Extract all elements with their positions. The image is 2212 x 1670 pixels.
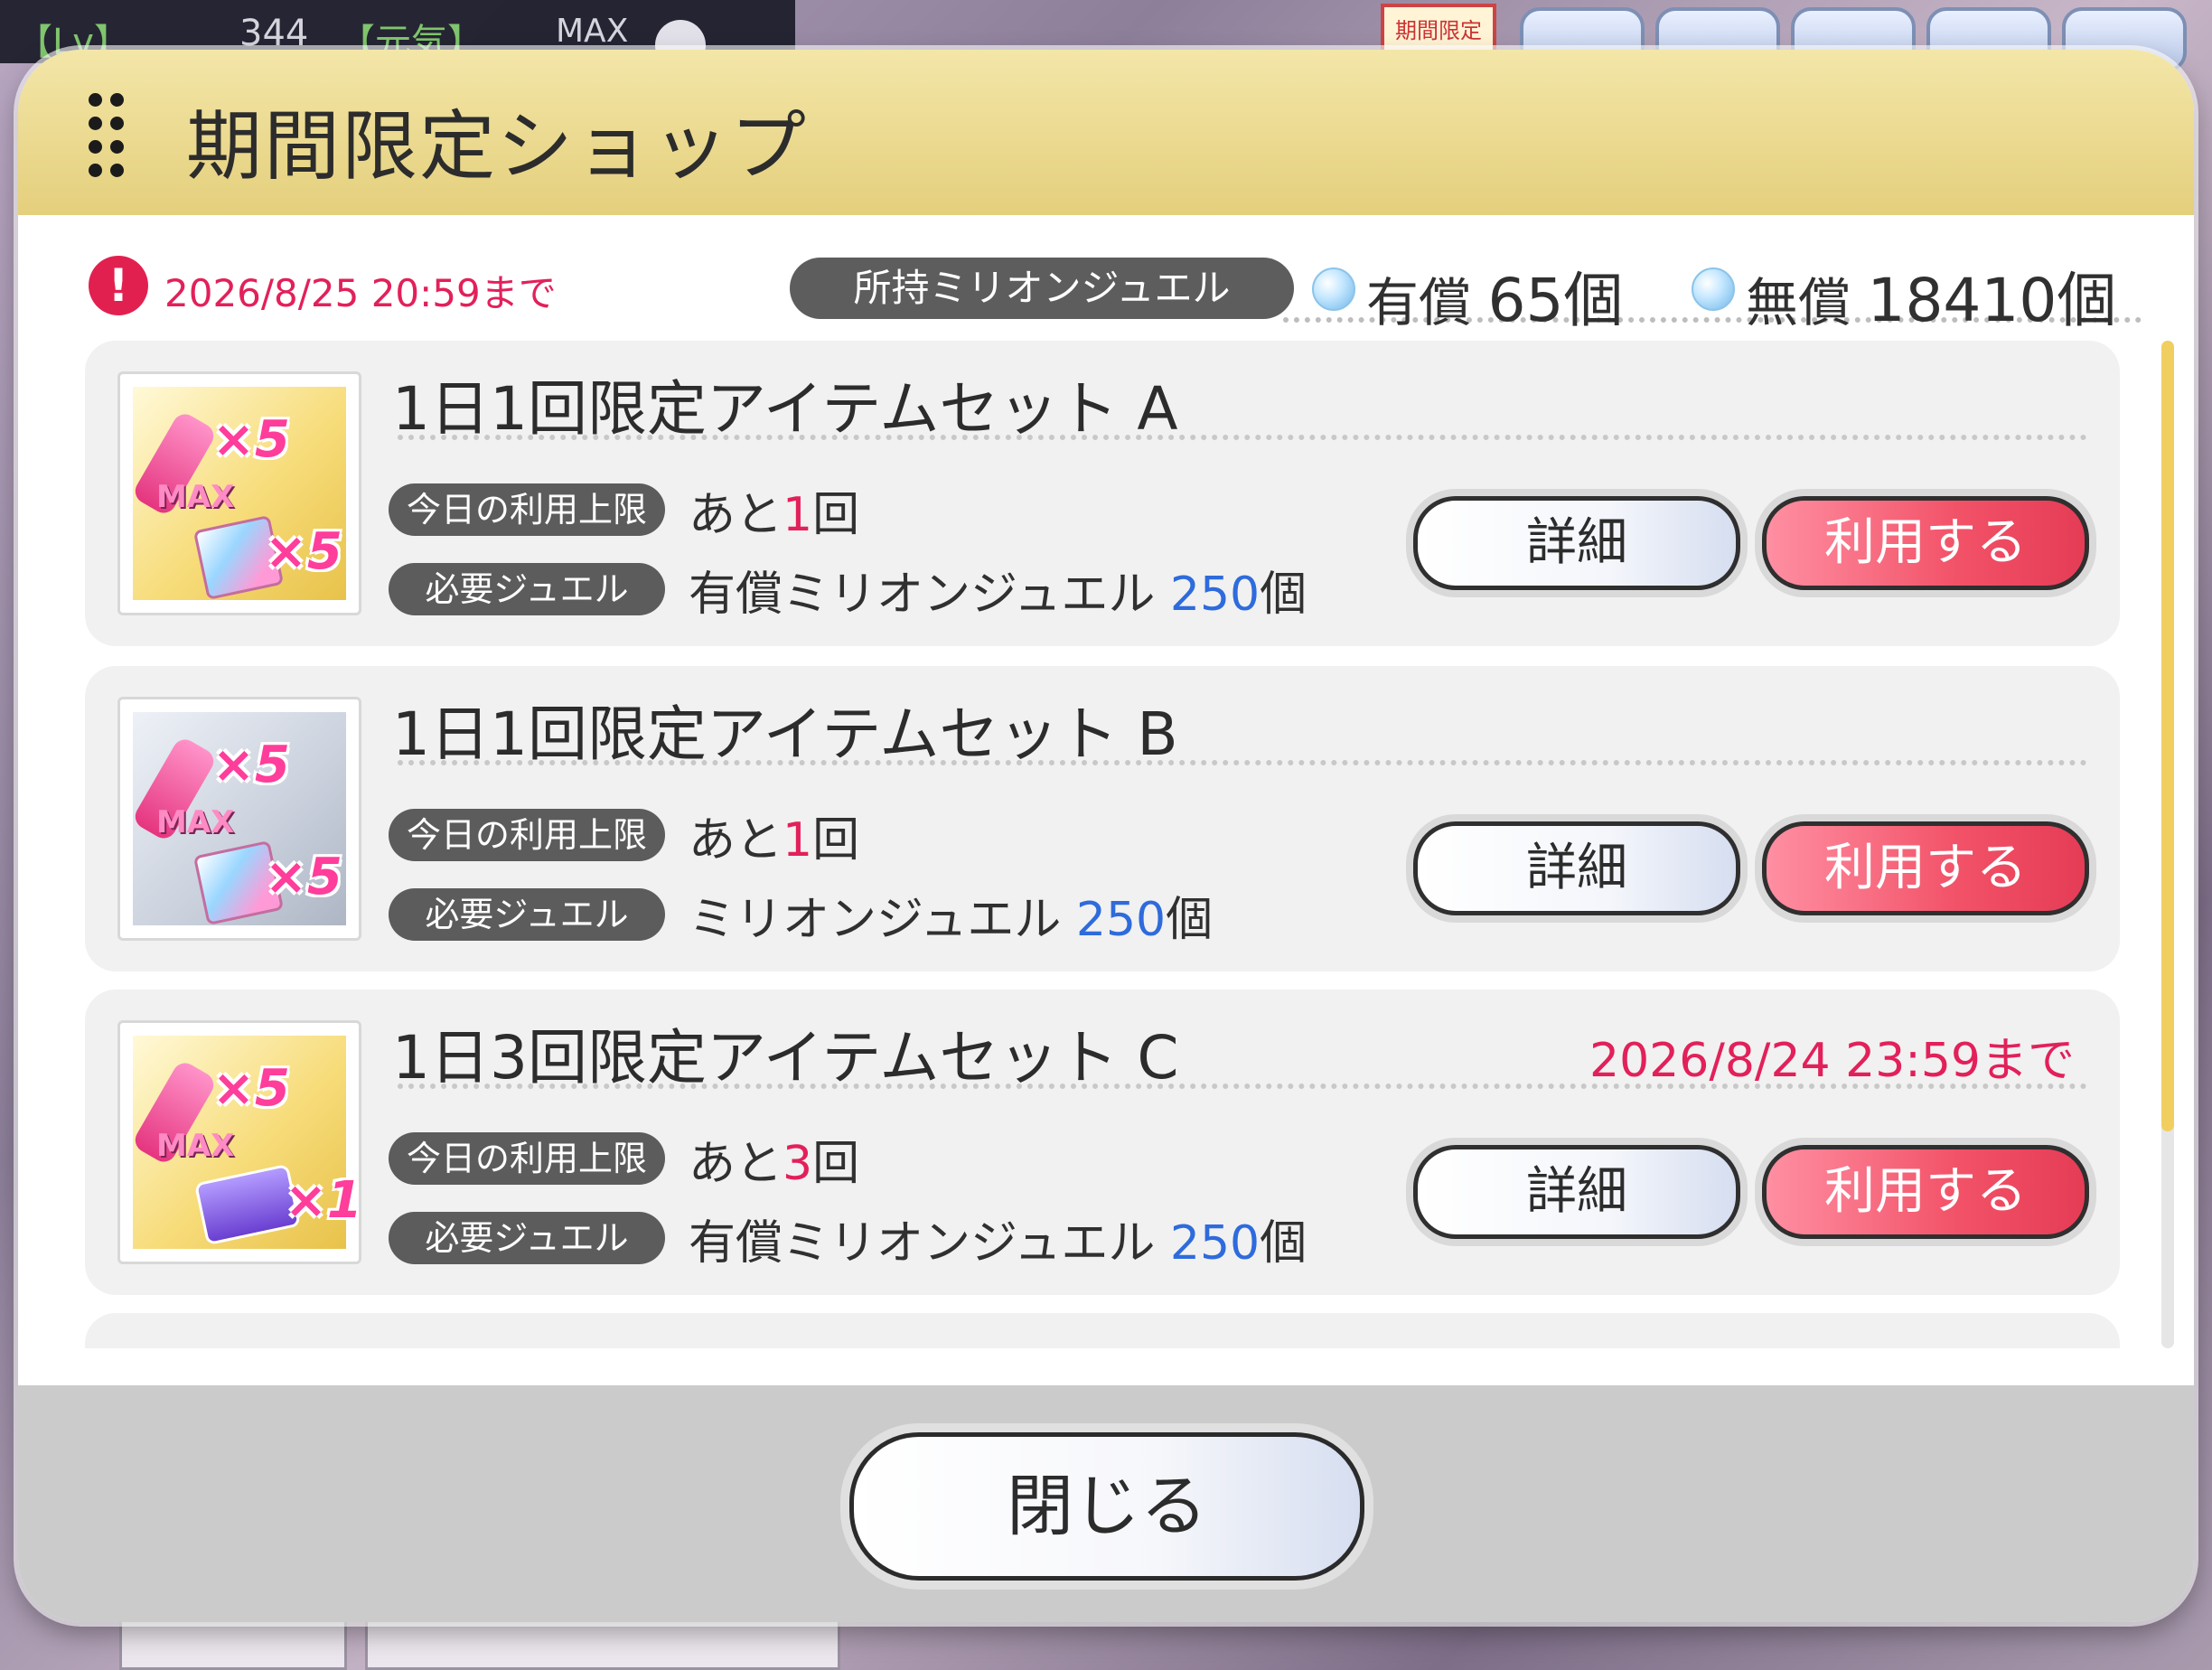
thumb-qty: ×1 [285,1171,362,1230]
limit-text: あと3回 [689,1137,860,1191]
free-jewel-count: 無償 18410個 [1746,252,2116,339]
thumb-qty: ×5 [212,736,290,794]
free-jewel-value: 18410個 [1867,266,2117,335]
item-thumbnail: ×5 MAX ×5 [117,371,361,615]
list-item [85,1313,2120,1348]
cost-label: 必要ジュエル [389,1212,665,1264]
detail-button[interactable]: 詳細 [1413,1145,1740,1239]
close-button[interactable]: 閉じる [849,1432,1364,1581]
thumb-qty: ×5 [265,848,342,906]
shop-deadline: 2026/8/25 20:59まで [164,271,557,315]
item-thumbnail: ×5 MAX ×5 [117,697,361,941]
limited-shop-dialog: 期間限定ショップ ! 2026/8/25 20:59まで 所持ミリオンジュエル … [18,50,2194,1622]
thumb-qty: ×5 [212,1059,290,1118]
alert-icon: ! [89,256,148,315]
scrollbar-thumb[interactable] [2161,341,2174,1131]
cost-text: 有償ミリオンジュエル 250個 [689,1216,1308,1271]
list-item: ×5 MAX ×1 1日3回限定アイテムセット C 2026/8/24 23:5… [85,990,2120,1295]
paid-jewel-count: 有償 65個 [1366,252,1623,339]
list-item: ×5 MAX ×5 1日1回限定アイテムセット A 今日の利用上限 あと1回 必… [85,341,2120,646]
divider [398,760,2087,765]
use-button[interactable]: 利用する [1762,1145,2089,1239]
limit-label: 今日の利用上限 [389,483,665,536]
jewel-icon [1312,267,1355,311]
dialog-header: 期間限定ショップ [18,50,2194,215]
detail-button[interactable]: 詳細 [1413,821,1740,915]
limit-label: 今日の利用上限 [389,1132,665,1185]
limited-shop-shortcut-label: 期間限定 [1395,18,1482,43]
thumb-tag: MAX [156,804,235,840]
list-item: ×5 MAX ×5 1日1回限定アイテムセット B 今日の利用上限 あと1回 必… [85,666,2120,971]
divider [398,435,2087,440]
paid-jewel-prefix: 有償 [1366,272,1472,333]
stamina-max: MAX [556,13,629,50]
jewel-icon [1692,267,1735,311]
thumb-tag: MAX [156,479,235,515]
grip-icon [89,93,125,179]
use-button[interactable]: 利用する [1762,821,2089,915]
item-deadline: 2026/8/24 23:59まで [1589,1034,2075,1088]
cost-text: ミリオンジュエル 250個 [689,893,1214,947]
dialog-title: 期間限定ショップ [186,102,809,191]
level-value: 344 [239,13,309,54]
free-jewel-prefix: 無償 [1746,272,1851,333]
limit-label: 今日の利用上限 [389,809,665,861]
paid-jewel-value: 65個 [1487,266,1624,335]
item-list[interactable]: ×5 MAX ×5 1日1回限定アイテムセット A 今日の利用上限 あと1回 必… [85,341,2142,1348]
thumb-qty: ×5 [212,410,290,469]
use-button[interactable]: 利用する [1762,496,2089,590]
cost-label: 必要ジュエル [389,888,665,941]
item-thumbnail: ×5 MAX ×1 [117,1020,362,1264]
divider [398,1084,2087,1089]
thumb-qty: ×5 [265,522,342,581]
scrollbar[interactable] [2161,341,2174,1348]
limit-text: あと1回 [689,813,860,868]
cost-text: 有償ミリオンジュエル 250個 [689,568,1308,622]
thumb-tag: MAX [156,1128,235,1164]
limit-text: あと1回 [689,488,860,542]
cost-label: 必要ジュエル [389,563,665,615]
detail-button[interactable]: 詳細 [1413,496,1740,590]
owned-jewel-label: 所持ミリオンジュエル [790,258,1294,319]
